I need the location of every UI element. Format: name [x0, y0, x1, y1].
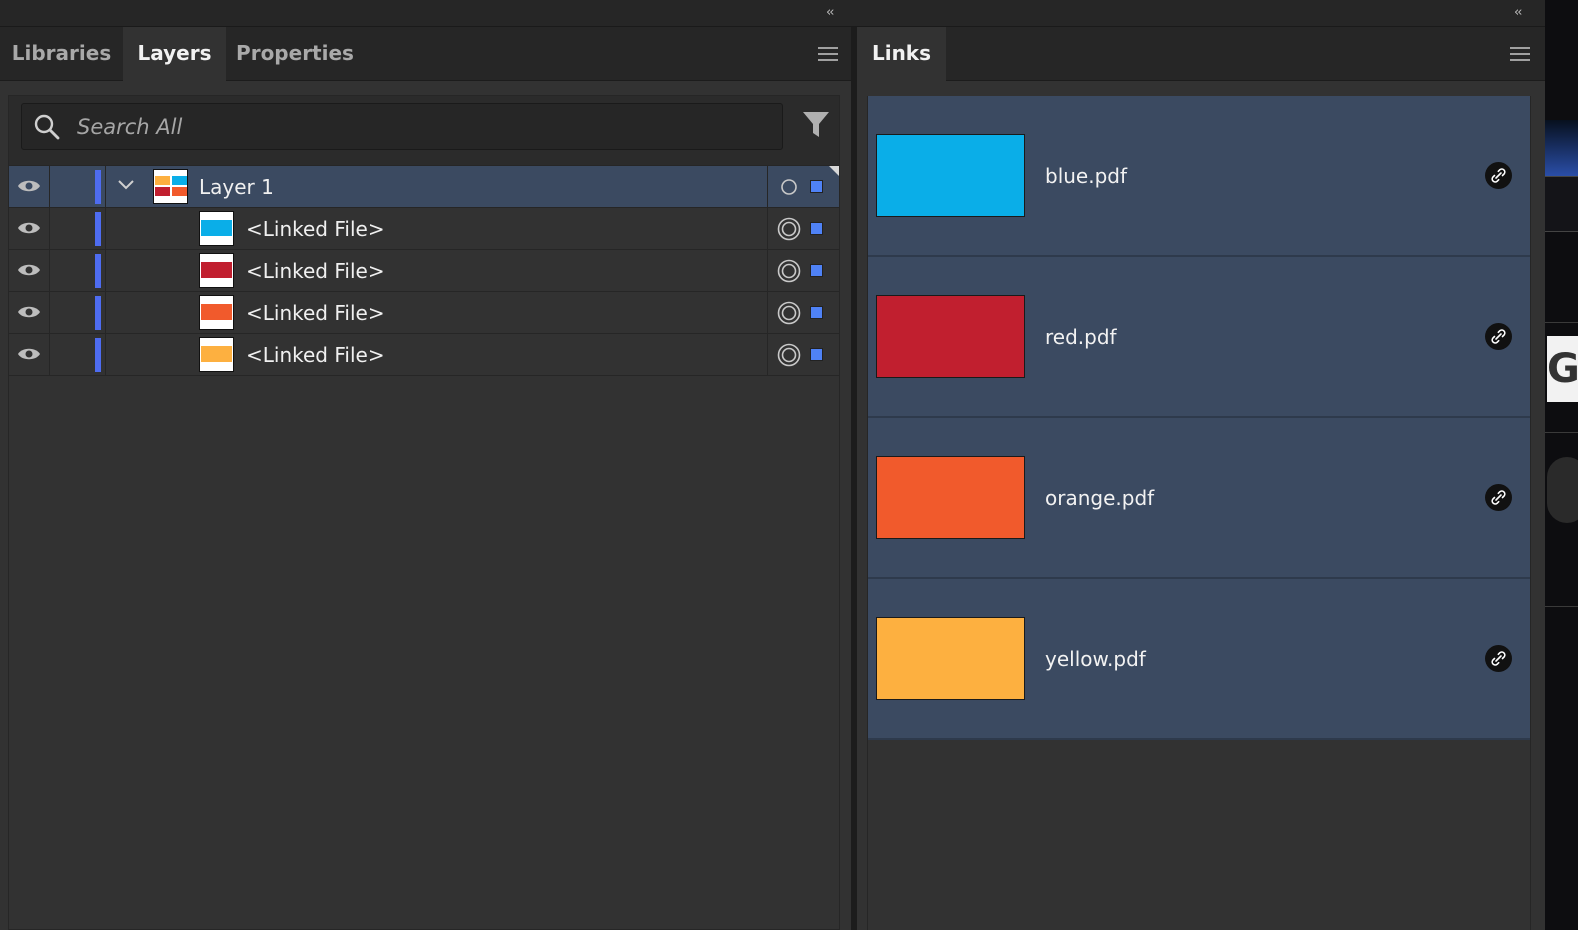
- link-row-yellow[interactable]: yellow.pdf: [868, 579, 1530, 740]
- layer-item-row[interactable]: <Linked File>: [9, 292, 839, 334]
- tab-libraries[interactable]: Libraries: [0, 27, 123, 81]
- link-thumbnail: [876, 295, 1025, 378]
- target-icon[interactable]: [777, 343, 801, 367]
- column-divider: [105, 250, 106, 291]
- layer-row-layer-1[interactable]: Layer 1: [9, 166, 839, 208]
- column-divider: [105, 208, 106, 249]
- column-divider: [767, 250, 768, 291]
- layer-color-bar: [95, 170, 101, 204]
- search-icon: [34, 114, 60, 140]
- selection-indicator[interactable]: [810, 306, 823, 319]
- target-icon[interactable]: [777, 259, 801, 283]
- background-band: [1545, 176, 1578, 232]
- background-logo-fragment: G: [1547, 336, 1578, 402]
- selection-indicator[interactable]: [810, 222, 823, 235]
- link-row-orange[interactable]: orange.pdf: [868, 418, 1530, 579]
- selection-indicator[interactable]: [810, 264, 823, 277]
- selection-indicator[interactable]: [810, 348, 823, 361]
- link-row-blue[interactable]: blue.pdf: [868, 96, 1530, 257]
- column-divider: [105, 292, 106, 333]
- background-divider: [1545, 322, 1578, 323]
- target-icon[interactable]: [777, 301, 801, 325]
- left-tab-bar: Libraries Layers Properties: [0, 27, 851, 82]
- item-thumbnail: [199, 295, 234, 330]
- item-thumbnail: [199, 211, 234, 246]
- link-name: blue.pdf: [1045, 164, 1128, 188]
- links-list: blue.pdf red.pdf orange.pdf yellow.pdf: [867, 96, 1531, 930]
- background-window-edge: G: [1545, 0, 1578, 930]
- layer-color-bar: [95, 254, 101, 288]
- tab-layers[interactable]: Layers: [123, 27, 226, 82]
- column-divider: [767, 166, 768, 207]
- funnel-filter-icon[interactable]: [802, 110, 830, 140]
- layer-color-bar: [95, 212, 101, 246]
- layers-panel-group: Libraries Layers Properties Search All L…: [0, 27, 851, 930]
- layer-thumbnail: [153, 169, 188, 204]
- collapse-right-dock-icon[interactable]: ‹‹: [1514, 5, 1523, 20]
- link-row-red[interactable]: red.pdf: [868, 257, 1530, 418]
- link-name: yellow.pdf: [1045, 647, 1146, 671]
- target-icon[interactable]: [777, 217, 801, 241]
- link-icon[interactable]: [1485, 645, 1512, 672]
- lock-column[interactable]: [49, 166, 50, 207]
- link-thumbnail: [876, 134, 1025, 217]
- right-tab-bar: Links: [857, 27, 1545, 82]
- eye-icon[interactable]: [17, 261, 41, 279]
- eye-icon[interactable]: [17, 219, 41, 237]
- links-panel-group: Links blue.pdf red.pdf orange.pdf yellow…: [857, 27, 1545, 930]
- eye-icon[interactable]: [17, 303, 41, 321]
- link-thumbnail: [876, 617, 1025, 700]
- item-thumbnail: [199, 253, 234, 288]
- link-thumbnail: [876, 456, 1025, 539]
- background-divider: [1545, 432, 1578, 433]
- link-icon[interactable]: [1485, 484, 1512, 511]
- lock-column[interactable]: [49, 292, 50, 333]
- item-name[interactable]: <Linked File>: [246, 334, 385, 376]
- target-icon[interactable]: [777, 175, 801, 199]
- layer-color-bar: [95, 338, 101, 372]
- collapse-left-dock-icon[interactable]: ‹‹: [826, 5, 835, 20]
- chevron-down-icon[interactable]: [117, 178, 135, 192]
- column-divider: [767, 334, 768, 375]
- link-name: orange.pdf: [1045, 486, 1155, 510]
- column-divider: [105, 166, 106, 207]
- item-name[interactable]: <Linked File>: [246, 208, 385, 250]
- tab-links[interactable]: Links: [857, 27, 946, 82]
- column-divider: [767, 292, 768, 333]
- layer-name[interactable]: Layer 1: [199, 166, 274, 208]
- link-icon[interactable]: [1485, 323, 1512, 350]
- column-divider: [767, 208, 768, 249]
- lock-column[interactable]: [49, 250, 50, 291]
- search-field[interactable]: [21, 103, 783, 150]
- layers-panel: Layer 1 <Linked File>: [8, 95, 840, 930]
- right-panel-menu-icon[interactable]: [1510, 47, 1530, 61]
- search-input[interactable]: [77, 104, 777, 149]
- lock-column[interactable]: [49, 334, 50, 375]
- layer-color-bar: [95, 296, 101, 330]
- eye-icon[interactable]: [17, 177, 41, 195]
- layers-search-row: [9, 96, 839, 166]
- panel-dock-header: ‹‹ ‹‹: [0, 0, 1545, 27]
- link-name: red.pdf: [1045, 325, 1117, 349]
- item-thumbnail: [199, 337, 234, 372]
- column-divider: [105, 334, 106, 375]
- background-gradient: [1545, 120, 1578, 176]
- lock-column[interactable]: [49, 208, 50, 249]
- background-pill: [1547, 457, 1578, 523]
- item-name[interactable]: <Linked File>: [246, 250, 385, 292]
- tab-properties[interactable]: Properties: [226, 27, 364, 81]
- layer-item-row[interactable]: <Linked File>: [9, 208, 839, 250]
- item-name[interactable]: <Linked File>: [246, 292, 385, 334]
- eye-icon[interactable]: [17, 345, 41, 363]
- selection-corner-marker: [829, 166, 839, 176]
- left-panel-menu-icon[interactable]: [818, 47, 838, 61]
- link-icon[interactable]: [1485, 162, 1512, 189]
- layer-item-row[interactable]: <Linked File>: [9, 334, 839, 376]
- layer-item-row[interactable]: <Linked File>: [9, 250, 839, 292]
- selection-indicator[interactable]: [810, 180, 823, 193]
- background-divider: [1545, 606, 1578, 607]
